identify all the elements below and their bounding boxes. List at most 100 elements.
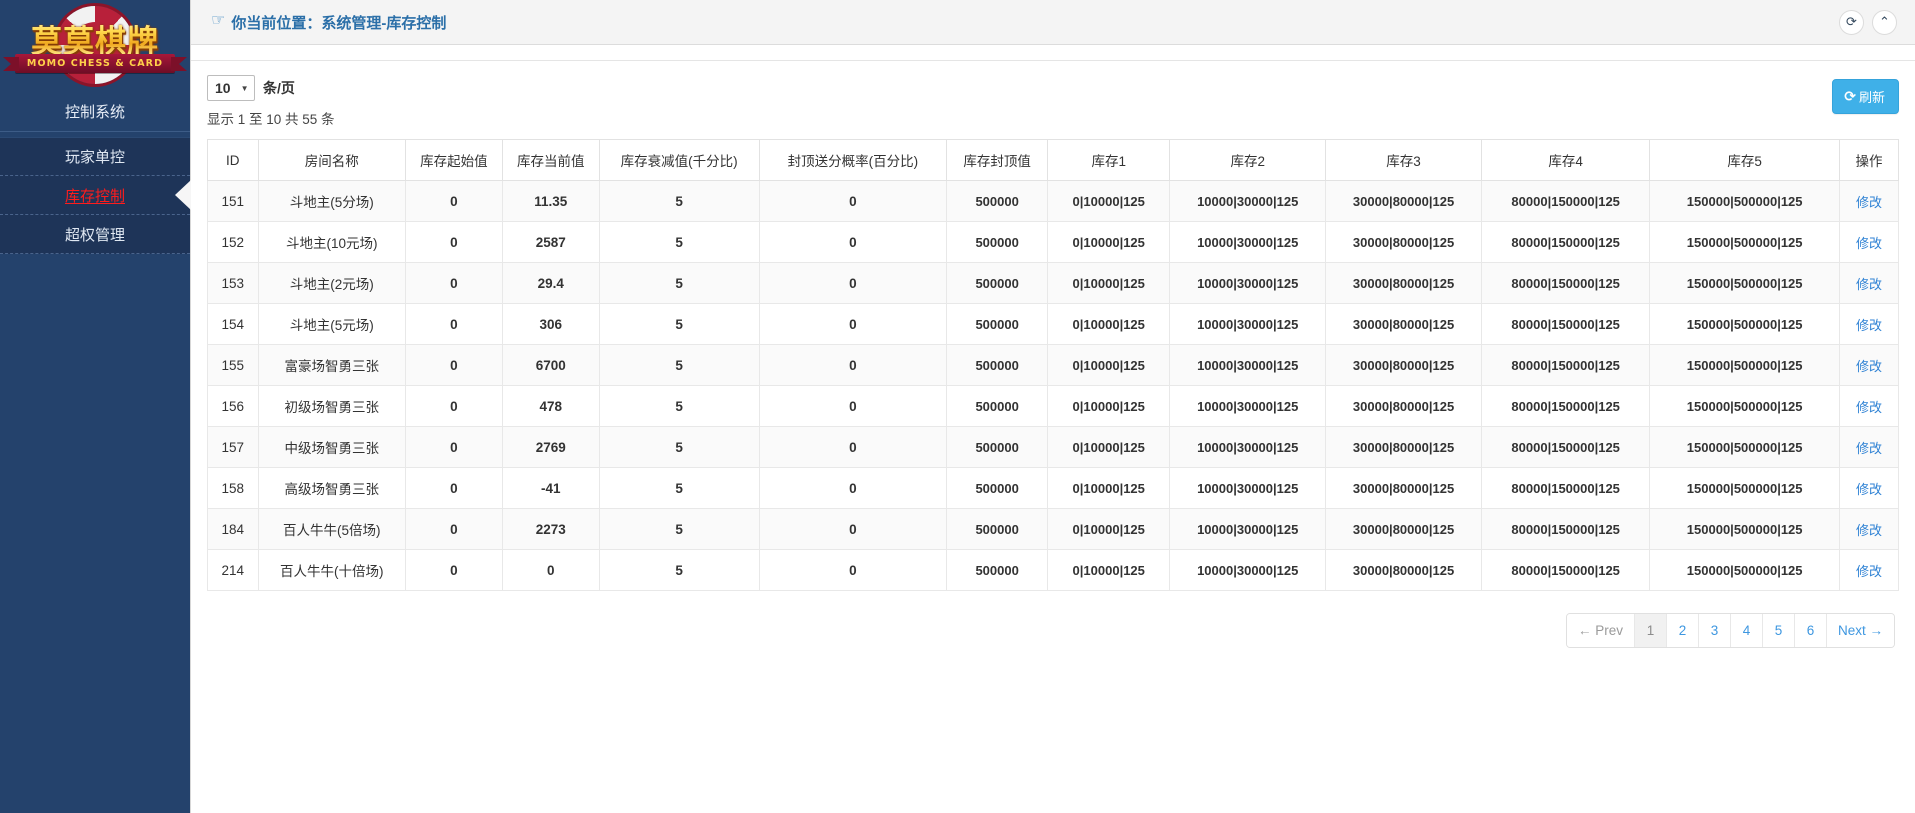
- page-size-value: 10: [215, 80, 231, 96]
- row-stock1: 0|10000|125: [1048, 427, 1170, 468]
- row-stock2: 10000|30000|125: [1170, 345, 1326, 386]
- row-decay: 5: [599, 468, 759, 509]
- row-start: 0: [405, 386, 502, 427]
- row-decay: 5: [599, 263, 759, 304]
- row-start: 0: [405, 468, 502, 509]
- col-cap: 库存封顶值: [947, 140, 1048, 181]
- row-start: 0: [405, 550, 502, 591]
- edit-link[interactable]: 修改: [1856, 441, 1882, 456]
- row-stock3: 30000|80000|125: [1326, 181, 1482, 222]
- row-cap: 500000: [947, 427, 1048, 468]
- row-action-cell: 修改: [1839, 509, 1898, 550]
- row-id: 158: [208, 468, 259, 509]
- row-id: 154: [208, 304, 259, 345]
- pagination-page-6[interactable]: 6: [1795, 614, 1827, 647]
- pagination-page-2[interactable]: 2: [1667, 614, 1699, 647]
- page-size-label: 条/页: [263, 78, 295, 98]
- row-stock1: 0|10000|125: [1048, 181, 1170, 222]
- row-stock4: 80000|150000|125: [1481, 304, 1649, 345]
- row-stock3: 30000|80000|125: [1326, 345, 1482, 386]
- edit-link[interactable]: 修改: [1856, 236, 1882, 251]
- row-cap: 500000: [947, 468, 1048, 509]
- page-size-row: 10 ▼ 条/页: [207, 75, 335, 101]
- row-room-name: 高级场智勇三张: [258, 468, 405, 509]
- row-room-name: 斗地主(5分场): [258, 181, 405, 222]
- edit-link[interactable]: 修改: [1856, 195, 1882, 210]
- row-room-name: 斗地主(10元场): [258, 222, 405, 263]
- row-room-name: 斗地主(5元场): [258, 304, 405, 345]
- edit-link[interactable]: 修改: [1856, 359, 1882, 374]
- table-header-row: ID 房间名称 库存起始值 库存当前值 库存衰减值(千分比) 封顶送分概率(百分…: [208, 140, 1899, 181]
- row-cap-prob: 0: [759, 345, 946, 386]
- row-action-cell: 修改: [1839, 222, 1898, 263]
- table-row: 156初级场智勇三张0478505000000|10000|12510000|3…: [208, 386, 1899, 427]
- pagination-next[interactable]: Next →: [1827, 614, 1894, 647]
- refresh-button[interactable]: ⟳ 刷新: [1832, 79, 1899, 114]
- col-decay: 库存衰减值(千分比): [599, 140, 759, 181]
- row-action-cell: 修改: [1839, 386, 1898, 427]
- refresh-icon[interactable]: ⟳: [1839, 10, 1864, 35]
- stock-table: ID 房间名称 库存起始值 库存当前值 库存衰减值(千分比) 封顶送分概率(百分…: [207, 139, 1899, 591]
- pagination-page-3[interactable]: 3: [1699, 614, 1731, 647]
- row-room-name: 百人牛牛(十倍场): [258, 550, 405, 591]
- row-stock4: 80000|150000|125: [1481, 468, 1649, 509]
- row-stock3: 30000|80000|125: [1326, 386, 1482, 427]
- row-action-cell: 修改: [1839, 427, 1898, 468]
- row-stock5: 150000|500000|125: [1650, 263, 1840, 304]
- pagination-page-4[interactable]: 4: [1731, 614, 1763, 647]
- col-stock4: 库存4: [1481, 140, 1649, 181]
- row-id: 153: [208, 263, 259, 304]
- row-current: 2769: [502, 427, 599, 468]
- edit-link[interactable]: 修改: [1856, 564, 1882, 579]
- topbar-actions: ⟳ ⌃: [1839, 10, 1897, 35]
- edit-link[interactable]: 修改: [1856, 523, 1882, 538]
- row-decay: 5: [599, 304, 759, 345]
- col-stock5: 库存5: [1650, 140, 1840, 181]
- topbar: ☞ 你当前位置：系统管理-库存控制 ⟳ ⌃: [191, 0, 1915, 45]
- sidebar: 莫莫棋牌 MOMO CHESS & CARD 控制系统 玩家单控 库存控制 超权…: [0, 0, 190, 813]
- row-stock5: 150000|500000|125: [1650, 304, 1840, 345]
- sidebar-item-player-control[interactable]: 玩家单控: [0, 137, 190, 176]
- row-current: 306: [502, 304, 599, 345]
- pagination-page-5[interactable]: 5: [1763, 614, 1795, 647]
- row-stock2: 10000|30000|125: [1170, 427, 1326, 468]
- chevron-up-icon[interactable]: ⌃: [1872, 10, 1897, 35]
- edit-link[interactable]: 修改: [1856, 318, 1882, 333]
- edit-link[interactable]: 修改: [1856, 400, 1882, 415]
- row-room-name: 百人牛牛(5倍场): [258, 509, 405, 550]
- col-action: 操作: [1839, 140, 1898, 181]
- row-current: 11.35: [502, 181, 599, 222]
- row-id: 214: [208, 550, 259, 591]
- content-panel: 10 ▼ 条/页 显示 1 至 10 共 55 条 ⟳ 刷新: [191, 61, 1915, 648]
- row-stock1: 0|10000|125: [1048, 345, 1170, 386]
- edit-link[interactable]: 修改: [1856, 482, 1882, 497]
- refresh-button-label: 刷新: [1859, 87, 1885, 106]
- panel-divider: [191, 45, 1915, 61]
- row-stock3: 30000|80000|125: [1326, 304, 1482, 345]
- table-row: 152斗地主(10元场)02587505000000|10000|1251000…: [208, 222, 1899, 263]
- edit-link[interactable]: 修改: [1856, 277, 1882, 292]
- row-stock3: 30000|80000|125: [1326, 427, 1482, 468]
- row-stock5: 150000|500000|125: [1650, 427, 1840, 468]
- row-id: 151: [208, 181, 259, 222]
- page-size-select[interactable]: 10 ▼: [207, 75, 255, 101]
- row-room-name: 初级场智勇三张: [258, 386, 405, 427]
- sidebar-item-super-admin[interactable]: 超权管理: [0, 215, 190, 254]
- system-title: 控制系统: [0, 92, 190, 132]
- row-stock5: 150000|500000|125: [1650, 468, 1840, 509]
- row-cap: 500000: [947, 304, 1048, 345]
- pagination-prev: ← Prev: [1567, 614, 1635, 647]
- row-stock2: 10000|30000|125: [1170, 263, 1326, 304]
- col-stock2: 库存2: [1170, 140, 1326, 181]
- col-current: 库存当前值: [502, 140, 599, 181]
- row-cap-prob: 0: [759, 263, 946, 304]
- row-stock2: 10000|30000|125: [1170, 550, 1326, 591]
- row-cap-prob: 0: [759, 181, 946, 222]
- row-stock5: 150000|500000|125: [1650, 345, 1840, 386]
- row-decay: 5: [599, 222, 759, 263]
- col-stock3: 库存3: [1326, 140, 1482, 181]
- brand-logo-banner: MOMO CHESS & CARD: [15, 54, 175, 73]
- refresh-icon: ⟳: [1844, 88, 1856, 105]
- row-stock3: 30000|80000|125: [1326, 468, 1482, 509]
- sidebar-item-stock-control[interactable]: 库存控制: [0, 176, 190, 215]
